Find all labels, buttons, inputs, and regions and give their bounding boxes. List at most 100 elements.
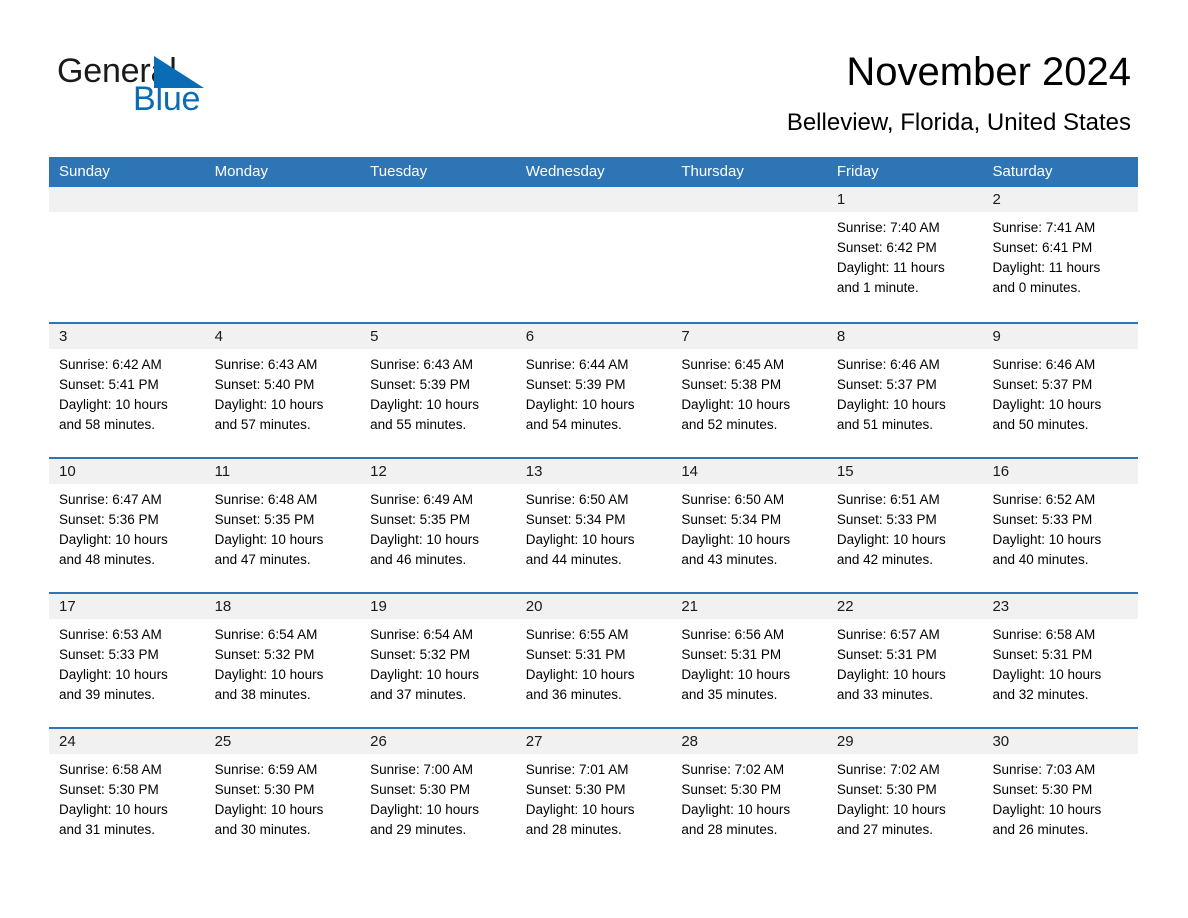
day-cell[interactable]: 23 Sunrise: 6:58 AM Sunset: 5:31 PM Dayligh… [982,594,1139,727]
sunset-time: Sunset: 5:30 PM [992,782,1093,797]
day-number [515,187,672,212]
day-cell[interactable]: 28 Sunrise: 7:02 AM Sunset: 5:30 PM Dayligh… [671,729,827,862]
day-cell[interactable]: 24 Sunrise: 6:58 AM Sunset: 5:30 PM Dayligh… [49,729,205,862]
day-details: Sunrise: 7:02 AM Sunset: 5:30 PM Daylight:… [827,754,983,840]
daylight-duration-line2: and 37 minutes. [370,687,467,702]
day-details: Sunrise: 6:49 AM Sunset: 5:35 PM Daylight:… [360,484,516,570]
calendar-grid: Sunday Monday Tuesday Wednesday Thursday… [49,157,1139,862]
daylight-duration-line2: and 30 minutes. [214,822,311,837]
day-number: 2 [982,187,1139,212]
sunset-time: Sunset: 5:39 PM [370,377,470,392]
daylight-duration-line2: and 38 minutes. [214,687,311,702]
sunset-time: Sunset: 5:30 PM [370,782,470,797]
day-cell[interactable]: 13 Sunrise: 6:50 AM Sunset: 5:34 PM Dayligh… [515,459,672,592]
day-cell[interactable]: 22 Sunrise: 6:57 AM Sunset: 5:31 PM Dayligh… [826,594,983,727]
day-cell[interactable]: 8 Sunrise: 6:46 AM Sunset: 5:37 PM Daylight… [826,324,983,457]
weekday-header-thursday: Thursday [681,163,744,180]
daylight-duration-line2: and 39 minutes. [59,687,156,702]
day-cell[interactable]: 7 Sunrise: 6:45 AM Sunset: 5:38 PM Daylight… [671,324,827,457]
daylight-duration-line2: and 57 minutes. [214,417,311,432]
sunrise-time: Sunrise: 6:51 AM [836,492,940,507]
weekday-header-saturday: Saturday [992,163,1053,180]
day-details: Sunrise: 6:46 AM Sunset: 5:37 PM Daylight:… [827,349,983,435]
day-details: Sunrise: 6:59 AM Sunset: 5:30 PM Daylight:… [205,754,361,840]
day-number: 24 [49,729,205,754]
sunrise-time: Sunrise: 6:43 AM [370,357,473,372]
day-details: Sunrise: 6:42 AM Sunset: 5:41 PM Daylight:… [49,349,205,435]
daylight-duration-line2: and 58 minutes. [59,417,156,432]
sunrise-time: Sunrise: 6:47 AM [59,492,162,507]
day-cell[interactable]: 10 Sunrise: 6:47 AM Sunset: 5:36 PM Dayligh… [49,459,205,592]
sunset-time: Sunset: 5:38 PM [681,377,782,392]
day-cell[interactable]: 25 Sunrise: 6:59 AM Sunset: 5:30 PM Dayligh… [204,729,361,862]
daylight-duration-line1: Daylight: 10 hours [992,802,1102,817]
daylight-duration-line1: Daylight: 10 hours [525,532,635,547]
day-cell[interactable]: 17 Sunrise: 6:53 AM Sunset: 5:33 PM Dayligh… [49,594,205,727]
sunrise-time: Sunrise: 7:02 AM [836,762,940,777]
sunrise-time: Sunrise: 6:55 AM [525,627,629,642]
day-cell[interactable]: 18 Sunrise: 6:54 AM Sunset: 5:32 PM Dayligh… [204,594,361,727]
daylight-duration-line1: Daylight: 10 hours [836,802,946,817]
sunrise-time: Sunrise: 6:53 AM [59,627,162,642]
day-cell[interactable]: 21 Sunrise: 6:56 AM Sunset: 5:31 PM Dayligh… [671,594,827,727]
daylight-duration-line2: and 54 minutes. [525,417,622,432]
sunset-time: Sunset: 5:34 PM [681,512,782,527]
day-cell[interactable]: 9 Sunrise: 6:46 AM Sunset: 5:37 PM Daylight… [982,324,1139,457]
sunset-time: Sunset: 5:40 PM [214,377,315,392]
calendar-week-row: 24 Sunrise: 6:58 AM Sunset: 5:30 PM Dayligh… [49,727,1139,862]
daylight-duration-line2: and 52 minutes. [681,417,778,432]
sunrise-time: Sunrise: 6:44 AM [525,357,629,372]
daylight-duration-line1: Daylight: 10 hours [525,667,635,682]
weekday-header-row: Sunday Monday Tuesday Wednesday Thursday… [49,157,1138,187]
day-cell[interactable]: 2 Sunrise: 7:41 AM Sunset: 6:41 PM Daylight… [982,187,1139,322]
calendar-week-row: 10 Sunrise: 6:47 AM Sunset: 5:36 PM Dayligh… [49,457,1139,592]
day-number: 29 [826,729,983,754]
daylight-duration-line2: and 28 minutes. [681,822,778,837]
daylight-duration-line1: Daylight: 10 hours [214,532,324,547]
daylight-duration-line1: Daylight: 10 hours [525,397,635,412]
day-number [671,187,827,212]
sunrise-time: Sunrise: 7:01 AM [525,762,629,777]
day-cell[interactable]: 5 Sunrise: 6:43 AM Sunset: 5:39 PM Daylight… [360,324,516,457]
day-cell[interactable]: 11 Sunrise: 6:48 AM Sunset: 5:35 PM Dayligh… [204,459,361,592]
logo-word-blue: Blue [133,80,201,118]
daylight-duration-line1: Daylight: 10 hours [59,802,168,817]
daylight-duration-line2: and 0 minutes. [992,280,1082,295]
daylight-duration-line1: Daylight: 10 hours [992,397,1102,412]
day-cell[interactable]: 1 Sunrise: 7:40 AM Sunset: 6:42 PM Daylight… [826,187,983,322]
day-cell[interactable]: 26 Sunrise: 7:00 AM Sunset: 5:30 PM Dayligh… [360,729,516,862]
day-number: 3 [49,324,205,349]
sunset-time: Sunset: 5:30 PM [525,782,626,797]
day-number: 4 [204,324,361,349]
day-number: 13 [515,459,672,484]
day-cell[interactable]: 27 Sunrise: 7:01 AM Sunset: 5:30 PM Dayligh… [515,729,672,862]
day-number: 26 [360,729,516,754]
sunrise-time: Sunrise: 6:59 AM [214,762,318,777]
daylight-duration-line2: and 43 minutes. [681,552,778,567]
daylight-duration-line2: and 42 minutes. [836,552,933,567]
day-cell[interactable]: 30 Sunrise: 7:03 AM Sunset: 5:30 PM Dayligh… [982,729,1139,862]
day-number: 27 [515,729,672,754]
sunrise-time: Sunrise: 7:03 AM [992,762,1096,777]
day-details: Sunrise: 6:50 AM Sunset: 5:34 PM Daylight:… [671,484,827,570]
day-cell[interactable]: 3 Sunrise: 6:42 AM Sunset: 5:41 PM Daylight… [49,324,205,457]
day-cell[interactable]: 29 Sunrise: 7:02 AM Sunset: 5:30 PM Dayligh… [826,729,983,862]
daylight-duration-line1: Daylight: 11 hours [992,260,1101,275]
day-cell[interactable]: 14 Sunrise: 6:50 AM Sunset: 5:34 PM Dayligh… [671,459,827,592]
day-cell[interactable]: 12 Sunrise: 6:49 AM Sunset: 5:35 PM Dayligh… [360,459,516,592]
daylight-duration-line1: Daylight: 10 hours [681,802,791,817]
day-cell[interactable]: 20 Sunrise: 6:55 AM Sunset: 5:31 PM Dayligh… [515,594,672,727]
generalblue-logo[interactable]: General Blue [57,52,287,128]
daylight-duration-line1: Daylight: 10 hours [59,667,168,682]
day-cell[interactable]: 15 Sunrise: 6:51 AM Sunset: 5:33 PM Dayligh… [826,459,983,592]
page-title: November 2024 [846,50,1131,94]
daylight-duration-line2: and 33 minutes. [836,687,933,702]
day-number: 17 [49,594,205,619]
day-details: Sunrise: 6:46 AM Sunset: 5:37 PM Daylight:… [982,349,1138,435]
day-cell[interactable]: 6 Sunrise: 6:44 AM Sunset: 5:39 PM Daylight… [515,324,672,457]
day-cell[interactable]: 19 Sunrise: 6:54 AM Sunset: 5:32 PM Dayligh… [360,594,516,727]
day-cell[interactable]: 4 Sunrise: 6:43 AM Sunset: 5:40 PM Daylight… [204,324,361,457]
day-cell[interactable]: 16 Sunrise: 6:52 AM Sunset: 5:33 PM Dayligh… [982,459,1139,592]
location-subtitle: Belleview, Florida, United States [786,109,1131,136]
daylight-duration-line1: Daylight: 10 hours [59,532,168,547]
